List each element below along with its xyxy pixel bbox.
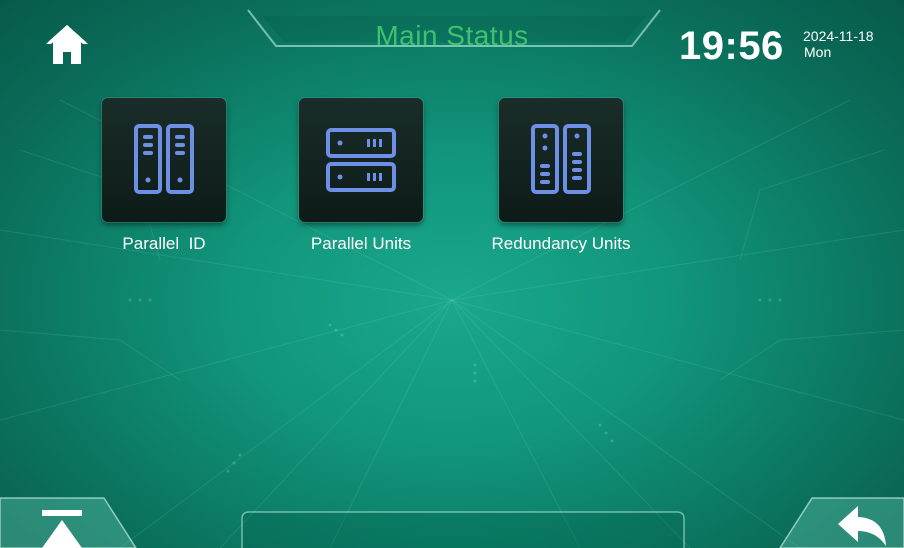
back-button[interactable] (834, 502, 890, 548)
message-bar-frame (241, 511, 685, 548)
clock-day: Mon (804, 44, 832, 60)
status-message-bar (240, 511, 686, 548)
home-icon (46, 25, 88, 64)
tile-parallel-id-label: Parallel ID (122, 234, 206, 253)
tile-parallel-id-box[interactable] (102, 98, 226, 222)
home-button[interactable] (44, 22, 90, 68)
clock-time: 19:56 (679, 24, 784, 68)
tile-redundancy-units-label: Redundancy Units (491, 234, 631, 253)
tile-redundancy-units-box[interactable] (499, 98, 623, 222)
background-pattern (0, 99, 904, 548)
redundancy-units-icon (531, 124, 591, 194)
clock-date: 2024-11-18 (803, 28, 874, 44)
tile-parallel-units-box[interactable] (299, 98, 423, 222)
back-arrow-icon (838, 506, 886, 546)
parallel-id-icon (134, 124, 194, 194)
parallel-units-icon (326, 128, 396, 192)
scroll-to-top-icon (42, 510, 82, 548)
page-title: Main Status (375, 20, 529, 51)
main-status-screen: Main Status 19:56 2024-11-18 Mon Paralle… (0, 0, 904, 548)
scroll-to-top-button[interactable] (36, 506, 88, 548)
header-bar: Main Status 19:56 2024-11-18 Mon (0, 0, 904, 68)
tile-parallel-units-label: Parallel Units (310, 234, 412, 253)
